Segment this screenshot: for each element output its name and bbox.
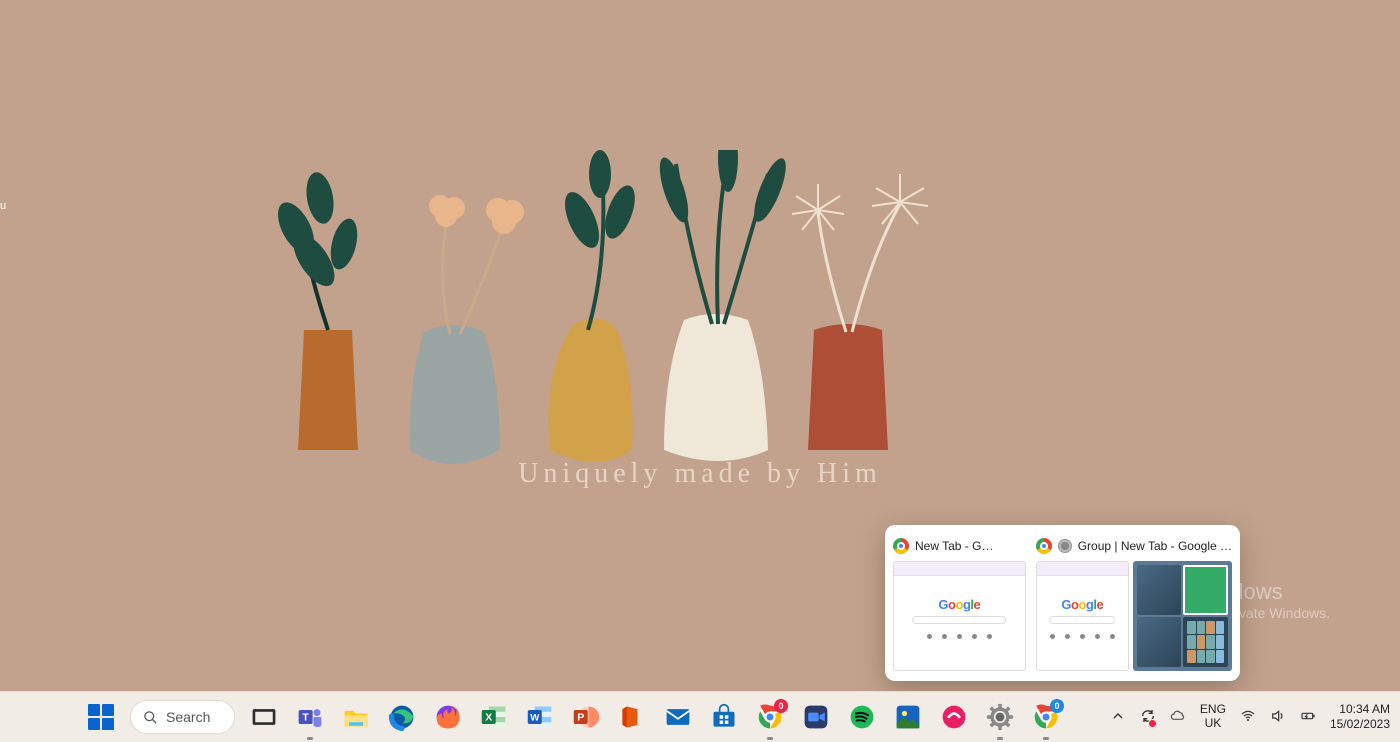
powerpoint-app[interactable]: P <box>569 700 603 734</box>
svg-text:W: W <box>530 713 540 724</box>
gear-icon <box>1058 539 1072 553</box>
windows-update-icon[interactable] <box>1140 708 1156 727</box>
taskbar-search[interactable]: Search <box>130 700 235 734</box>
search-label: Search <box>166 709 210 725</box>
firefox-app[interactable] <box>431 700 465 734</box>
tray-overflow-button[interactable] <box>1110 708 1126 727</box>
preview-thumbnail[interactable]: Google <box>893 561 1026 671</box>
chrome-app-2[interactable]: 0 <box>1029 700 1063 734</box>
preview-title: New Tab - G… <box>915 539 993 553</box>
clock[interactable]: 10:34 AM 15/02/2023 <box>1330 702 1390 732</box>
excel-app[interactable]: X <box>477 700 511 734</box>
onedrive-icon[interactable] <box>1170 708 1186 727</box>
task-view-button[interactable] <box>247 700 281 734</box>
taskbar: Search T X W P <box>0 691 1400 742</box>
wifi-icon[interactable] <box>1240 708 1256 727</box>
badge: 0 <box>1050 699 1064 713</box>
system-tray: ENG UK 10:34 AM 15/02/2023 <box>1110 692 1390 742</box>
preview-thumbnail[interactable]: Google <box>1036 561 1129 671</box>
photos-app[interactable] <box>891 700 925 734</box>
office-app[interactable] <box>615 700 649 734</box>
teams-app[interactable]: T <box>293 700 327 734</box>
word-app[interactable]: W <box>523 700 557 734</box>
pink-app[interactable] <box>937 700 971 734</box>
wallpaper-art <box>260 150 940 500</box>
language-bottom: UK <box>1205 717 1222 731</box>
spotify-app[interactable] <box>845 700 879 734</box>
taskbar-preview-flyout: New Tab - G… Google Group | New Tab - Go… <box>885 525 1240 681</box>
chrome-icon <box>893 538 909 554</box>
preview-window-2[interactable]: Group | New Tab - Google … Google <box>1036 535 1232 671</box>
clock-time: 10:34 AM <box>1339 702 1390 717</box>
preview-window-1[interactable]: New Tab - G… Google <box>893 535 1026 671</box>
chrome-icon <box>1036 538 1052 554</box>
snap-layout-panel[interactable] <box>1133 561 1232 671</box>
preview-title: Group | New Tab - Google … <box>1078 539 1232 553</box>
chevron-up-icon <box>1110 708 1126 724</box>
desktop-icon-fragment: u <box>0 200 10 212</box>
language-top: ENG <box>1200 703 1226 717</box>
svg-text:P: P <box>577 712 584 724</box>
chrome-app-1[interactable]: 0 <box>753 700 787 734</box>
zoom-app[interactable] <box>799 700 833 734</box>
svg-text:T: T <box>302 712 309 724</box>
language-indicator[interactable]: ENG UK <box>1200 703 1226 731</box>
start-button[interactable] <box>84 700 118 734</box>
desktop[interactable]: u <box>0 0 1400 691</box>
badge: 0 <box>774 699 788 713</box>
clock-date: 15/02/2023 <box>1330 717 1390 732</box>
settings-app[interactable] <box>983 700 1017 734</box>
store-app[interactable] <box>707 700 741 734</box>
battery-icon[interactable] <box>1300 708 1316 727</box>
mail-app[interactable] <box>661 700 695 734</box>
edge-app[interactable] <box>385 700 419 734</box>
volume-icon[interactable] <box>1270 708 1286 727</box>
search-icon <box>143 710 158 725</box>
wallpaper-caption: Uniquely made by Him <box>0 458 1400 490</box>
svg-text:X: X <box>485 712 492 724</box>
file-explorer-app[interactable] <box>339 700 373 734</box>
